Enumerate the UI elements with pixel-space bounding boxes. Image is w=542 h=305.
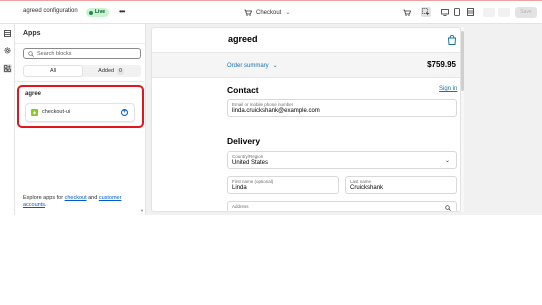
mobile-icon: [454, 8, 460, 16]
address-field-label: Address: [232, 204, 249, 209]
inspector-toggle-button[interactable]: [421, 7, 431, 17]
settings-nav-button[interactable]: [3, 46, 12, 55]
gear-icon: [4, 47, 11, 54]
live-label: Live: [95, 9, 106, 15]
apps-panel: Apps All Added 0 agree checkout-ui + Exp…: [15, 24, 146, 215]
app-group-name: agree: [25, 91, 42, 97]
delivery-heading: Delivery: [227, 136, 261, 146]
top-bar: agreed configuration Live ••• Checkout ⌄: [0, 0, 542, 24]
checkout-preview: agreed Order summary ⌄ $759.95 Contact S…: [151, 27, 461, 212]
first-name-label: First name (optional): [232, 179, 274, 184]
desktop-view-button[interactable]: [440, 7, 450, 17]
live-status-badge: Live: [86, 8, 110, 17]
search-blocks-input[interactable]: [37, 50, 137, 57]
tab-added[interactable]: Added 0: [82, 66, 140, 76]
order-summary-toggle[interactable]: Order summary ⌄: [227, 62, 278, 70]
country-field-label: Country/Region: [232, 154, 264, 159]
sign-in-link[interactable]: Sign in: [439, 86, 457, 92]
scroll-down-icon[interactable]: ▼: [140, 208, 144, 213]
save-button[interactable]: Save: [515, 7, 537, 18]
live-dot-icon: [89, 10, 93, 15]
last-name-value: Cruickshank: [350, 185, 384, 191]
configuration-title: agreed configuration: [23, 8, 78, 14]
left-rail: [0, 24, 15, 215]
order-summary-bar[interactable]: Order summary ⌄ $759.95: [152, 52, 460, 78]
apps-panel-title: Apps: [23, 30, 41, 37]
preview-scrollbar[interactable]: [461, 27, 464, 212]
first-name-field[interactable]: First name (optional) Linda: [227, 176, 339, 194]
tab-all-label: All: [49, 68, 57, 74]
page-selector[interactable]: Checkout ⌄: [244, 7, 290, 18]
shopping-bag-icon[interactable]: [447, 35, 457, 45]
apps-nav-button[interactable]: [3, 64, 12, 73]
undo-redo-group: [483, 8, 511, 17]
email-field-label: Email or mobile phone number: [232, 102, 294, 107]
app-block-label: checkout-ui: [42, 109, 71, 115]
added-count-badge: 0: [117, 67, 124, 75]
sections-icon: [4, 30, 11, 37]
add-block-icon[interactable]: +: [121, 109, 128, 116]
desktop-icon: [441, 8, 449, 16]
country-select[interactable]: Country/Region United States ⌄: [227, 151, 457, 169]
explore-prefix: Explore apps for: [23, 195, 65, 201]
address-field[interactable]: Address: [227, 201, 457, 211]
order-total: $759.95: [427, 60, 456, 69]
first-name-value: Linda: [232, 185, 247, 191]
search-icon: [28, 50, 34, 57]
divider: [15, 43, 146, 44]
tab-added-label: Added: [98, 68, 115, 74]
cursor-select-icon: [422, 8, 430, 16]
app-block-item[interactable]: checkout-ui +: [25, 103, 135, 122]
tab-all[interactable]: All: [24, 66, 82, 76]
chevron-down-icon: ⌄: [272, 63, 278, 69]
scrollbar-thumb[interactable]: [461, 31, 464, 91]
cart-icon: [403, 9, 411, 16]
order-summary-label: Order summary: [227, 62, 269, 69]
explore-middle: and: [86, 195, 99, 201]
chevron-down-icon: ⌄: [444, 158, 450, 164]
chevron-down-icon: ⌄: [285, 10, 291, 16]
undo-button[interactable]: [483, 8, 495, 17]
explore-apps-text: Explore apps for checkout and customer a…: [23, 195, 141, 209]
explore-suffix: .: [45, 202, 47, 208]
search-icon: [445, 205, 451, 211]
redo-button[interactable]: [498, 8, 510, 17]
cart-preview-button[interactable]: [402, 7, 412, 17]
checkout-apps-link[interactable]: checkout: [65, 195, 87, 201]
fullscreen-view-button[interactable]: [465, 7, 475, 17]
email-field-value: linda.cruickshank@example.com: [232, 108, 320, 114]
page-selector-label: Checkout: [256, 9, 282, 16]
more-actions-button[interactable]: •••: [119, 7, 125, 17]
search-blocks-field[interactable]: [23, 48, 141, 59]
app-group-highlight: agree checkout-ui +: [17, 85, 144, 128]
last-name-label: Last name: [350, 179, 372, 184]
apps-icon: [4, 65, 11, 72]
sections-nav-button[interactable]: [3, 29, 12, 38]
last-name-field[interactable]: Last name Cruickshank: [345, 176, 457, 194]
divider: [15, 81, 146, 82]
email-field[interactable]: Email or mobile phone number linda.cruic…: [227, 99, 457, 117]
layout-icon: [466, 8, 474, 16]
mobile-view-button[interactable]: [452, 7, 462, 17]
contact-heading: Contact: [227, 85, 259, 95]
blocks-filter-tabs: All Added 0: [23, 65, 141, 77]
country-field-value: United States: [232, 160, 269, 166]
shop-name[interactable]: agreed: [228, 34, 258, 44]
app-block-icon: [31, 109, 38, 116]
storefront-icon: [244, 9, 252, 16]
